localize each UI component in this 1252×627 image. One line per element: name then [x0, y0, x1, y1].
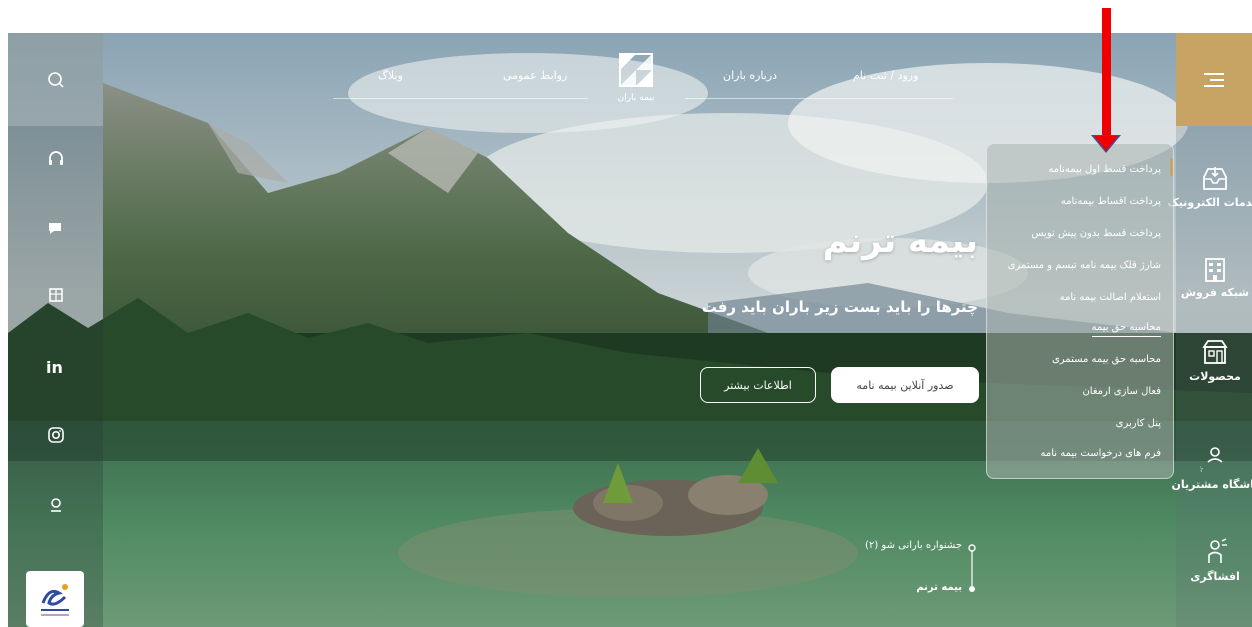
timeline-item[interactable]: جشنواره بارانی شو (۲)	[865, 540, 962, 551]
dropdown-item[interactable]: استعلام اصالت بیمه نامه	[1060, 292, 1161, 303]
instagram-icon	[47, 427, 64, 443]
sidebar-item-customer-club[interactable]: ☆☆☆ باشگاه مشتریان	[1170, 445, 1252, 491]
sidebar-item-e-services[interactable]: خدمات الکترونیک	[1167, 165, 1252, 209]
hero-subtitle: چترها را باید بست زیر باران باید رفت	[701, 298, 978, 316]
linkedin-link[interactable]: in	[8, 349, 103, 385]
headset-icon	[48, 151, 63, 165]
nav-divider-right	[685, 98, 953, 99]
sidebar-item-label: شبکه فروش	[1180, 286, 1250, 299]
club-icon: ☆☆☆	[1200, 447, 1223, 475]
logo-text: بیمه باران	[617, 93, 655, 103]
e-services-dropdown: پرداخت قسط اول بیمه‌نامه پرداخت اقساط بی…	[986, 143, 1174, 479]
hero-title: بیمه ترنم	[822, 221, 978, 261]
dropdown-item[interactable]: پرداخت قسط بدون پیش نویس	[1031, 228, 1161, 239]
hero-slider-timeline: جشنواره بارانی شو (۲) بیمه ترنم	[858, 538, 978, 598]
site-logo[interactable]: بیمه باران	[611, 53, 661, 109]
nav-about-link[interactable]: درباره باران	[723, 69, 777, 82]
baran-logo-icon	[619, 53, 653, 87]
dropdown-item[interactable]: پرداخت قسط اول بیمه‌نامه	[1048, 164, 1161, 175]
sidebar-item-label: باشگاه مشتریان	[1171, 478, 1252, 491]
shop-icon	[1202, 340, 1228, 364]
hamburger-icon	[1204, 72, 1224, 87]
sidebar-item-label: خدمات الکترونیک	[1167, 196, 1252, 209]
timeline-track	[968, 544, 976, 592]
nav-divider-left	[333, 98, 588, 99]
search-button[interactable]	[8, 33, 103, 126]
svg-text:in: in	[46, 358, 63, 376]
dropdown-item[interactable]: فعال سازی ارمغان	[1082, 386, 1161, 397]
building-icon	[1205, 258, 1225, 282]
dropdown-item[interactable]: محاسبه حق بیمه مستمری	[1052, 354, 1161, 365]
nav-login-link[interactable]: ورود / ثبت نام	[853, 69, 918, 82]
sidebar-item-label: افشاگری	[1190, 570, 1240, 583]
chat-icon	[48, 223, 61, 234]
enamad-logo-icon	[41, 584, 69, 616]
support-button[interactable]	[8, 141, 103, 177]
sidebar-item-label: محصولات	[1189, 370, 1241, 383]
more-info-button[interactable]: اطلاعات بیشتر	[700, 367, 816, 403]
timeline-item-active[interactable]: بیمه ترنم	[916, 582, 962, 593]
building-icon	[48, 288, 63, 302]
annotation-arrow-shaft	[1102, 8, 1111, 138]
whistleblower-icon	[1208, 538, 1227, 563]
dropdown-item[interactable]: پنل کاربری	[1116, 418, 1161, 429]
dropdown-item-active[interactable]: محاسبه حق بیمه	[1091, 322, 1161, 337]
search-icon	[47, 71, 64, 88]
nav-blog-link[interactable]: وبلاگ	[378, 69, 403, 82]
branches-button[interactable]	[8, 277, 103, 313]
linkedin-icon: in	[46, 358, 63, 376]
annotation-arrow-head	[1094, 136, 1118, 151]
location-button[interactable]	[8, 487, 103, 523]
trust-badge[interactable]	[26, 571, 84, 627]
dropdown-item[interactable]: فرم های درخواست بیمه نامه	[1041, 448, 1161, 459]
page-frame: in خدمات الکترونیک شبکه فروش محصولات باش…	[8, 33, 1252, 627]
sidebar-item-whistleblowing[interactable]: افشاگری	[1170, 537, 1252, 583]
dropdown-item[interactable]: پرداخت اقساط بیمه‌نامه	[1061, 196, 1161, 207]
inbox-download-icon	[1203, 167, 1227, 190]
dropdown-item[interactable]: شارژ قلک بیمه نامه تبسم و مستمری	[1008, 260, 1161, 271]
instagram-link[interactable]	[8, 417, 103, 453]
dropdown-active-marker	[1170, 158, 1173, 176]
svg-text:☆☆☆: ☆☆☆	[1200, 465, 1204, 475]
sidebar-item-sales-network[interactable]: شبکه فروش	[1170, 255, 1252, 299]
left-sidebar: in	[8, 33, 103, 627]
right-sidebar: خدمات الکترونیک شبکه فروش محصولات باشگاه…	[1168, 33, 1252, 627]
sidebar-item-products[interactable]: محصولات	[1170, 337, 1252, 383]
chat-button[interactable]	[8, 210, 103, 246]
location-pin-icon	[50, 498, 61, 512]
nav-public-relations-link[interactable]: روابط عمومی	[503, 69, 567, 82]
menu-toggle-button[interactable]	[1176, 33, 1252, 126]
issue-policy-online-button[interactable]: صدور آنلاین بیمه نامه	[831, 367, 979, 403]
